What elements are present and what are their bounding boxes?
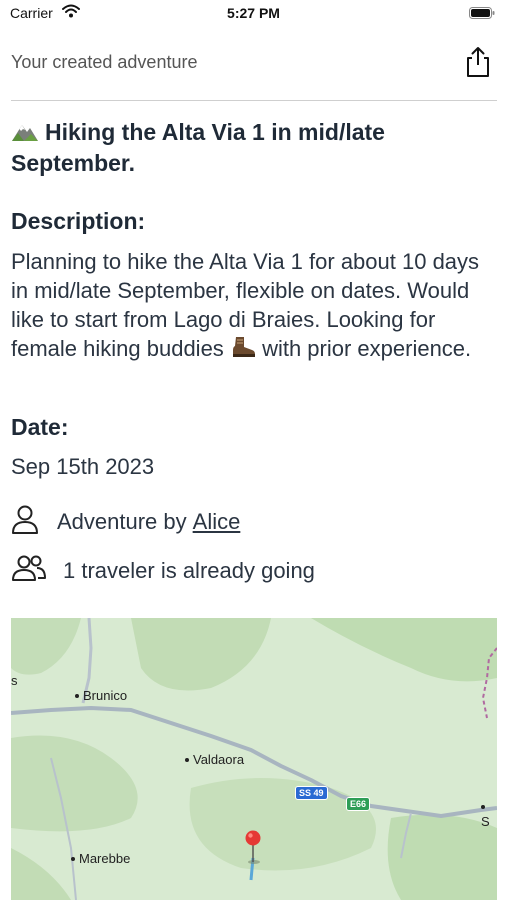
road-shield-ss49: SS 49 [295, 786, 328, 800]
hiking-boot-icon [230, 335, 256, 366]
author-link[interactable]: Alice [193, 509, 241, 535]
description-text: Planning to hike the Alta Via 1 for abou… [11, 247, 497, 366]
map-label-edge-left: s [11, 673, 18, 688]
adventure-title-text: Hiking the Alta Via 1 in mid/late Septem… [11, 119, 385, 176]
adventure-details: Hiking the Alta Via 1 in mid/late Septem… [11, 118, 497, 583]
battery-icon [469, 6, 495, 19]
status-bar: Carrier 5:27 PM [0, 0, 507, 28]
road-shield-e66: E66 [346, 797, 371, 811]
mountain-icon [11, 120, 39, 149]
map-view[interactable]: s Brunico Valdaora Marebbe S SS 49 E66 [11, 618, 497, 900]
status-time: 5:27 PM [227, 5, 280, 21]
date-value: Sep 15th 2023 [11, 454, 155, 479]
map-label-edge-right[interactable]: S [481, 799, 497, 829]
map-label-marebbe[interactable]: Marebbe [71, 851, 130, 866]
nav-bar: Your created adventure [11, 40, 497, 101]
description-heading: Description: [11, 208, 146, 234]
author-prefix: Adventure by [57, 509, 187, 534]
share-icon[interactable] [463, 45, 493, 79]
travelers-count-text: 1 traveler is already going [63, 558, 315, 583]
person-icon [11, 504, 39, 540]
travelers-row: 1 traveler is already going [11, 554, 315, 588]
map-label-valdaora[interactable]: Valdaora [185, 752, 244, 767]
nav-title: Your created adventure [11, 52, 198, 72]
group-icon [11, 554, 47, 588]
author-row: Adventure by Alice [11, 504, 240, 540]
adventure-title: Hiking the Alta Via 1 in mid/late Septem… [11, 118, 497, 178]
map-pin-icon[interactable] [244, 830, 262, 869]
map-label-brunico[interactable]: Brunico [75, 688, 127, 703]
date-heading: Date: [11, 414, 69, 440]
description-text-part-2: with prior experience. [262, 336, 472, 361]
